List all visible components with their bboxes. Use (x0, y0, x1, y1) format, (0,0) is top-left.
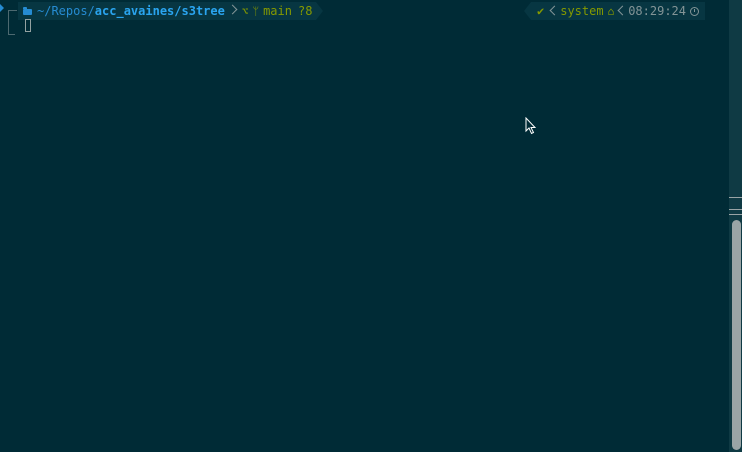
scroll-marker (729, 197, 742, 198)
branch-icon: ᛘ (252, 4, 260, 18)
prompt-frame-bottom (8, 22, 15, 35)
env-label: system (560, 4, 604, 18)
left-prompt: ~/Repos/acc_avaines/s3tree ⌥ ᛘ main ?8 (0, 2, 324, 20)
clock-icon (690, 6, 699, 16)
git-segment: ⌥ ᛘ main ?8 (235, 2, 317, 20)
git-icon: ⌥ (241, 4, 249, 18)
check-icon: ✔ (536, 4, 545, 18)
clock-time: 08:29:24 (628, 4, 686, 18)
folder-icon (23, 7, 32, 15)
right-prompt-segment: ✔ system ⌂ 08:29:24 (530, 2, 705, 20)
house-icon: ⌂ (607, 4, 615, 18)
text-cursor[interactable] (25, 19, 31, 32)
git-branch: main (263, 4, 292, 18)
segment-separator (228, 2, 236, 20)
prompt-end-arrow (316, 2, 324, 20)
scrollbar[interactable] (729, 0, 742, 452)
scrollbar-thumb[interactable] (732, 220, 741, 450)
segment-separator (616, 2, 624, 20)
scroll-marker (729, 214, 742, 215)
scroll-marker (729, 209, 742, 210)
right-prompt-start-arrow (523, 2, 531, 20)
terminal-window[interactable]: ~/Repos/acc_avaines/s3tree ⌥ ᛘ main ?8 ✔… (0, 0, 729, 452)
right-prompt: ✔ system ⌂ 08:29:24 (523, 2, 705, 20)
git-status: ?8 (297, 4, 313, 18)
path-prefix: ~/Repos/ (37, 4, 95, 18)
segment-separator (548, 2, 556, 20)
path-current: acc_avaines/s3tree (94, 4, 225, 18)
directory-segment: ~/Repos/acc_avaines/s3tree (18, 2, 229, 20)
mouse-pointer-icon (525, 117, 537, 135)
